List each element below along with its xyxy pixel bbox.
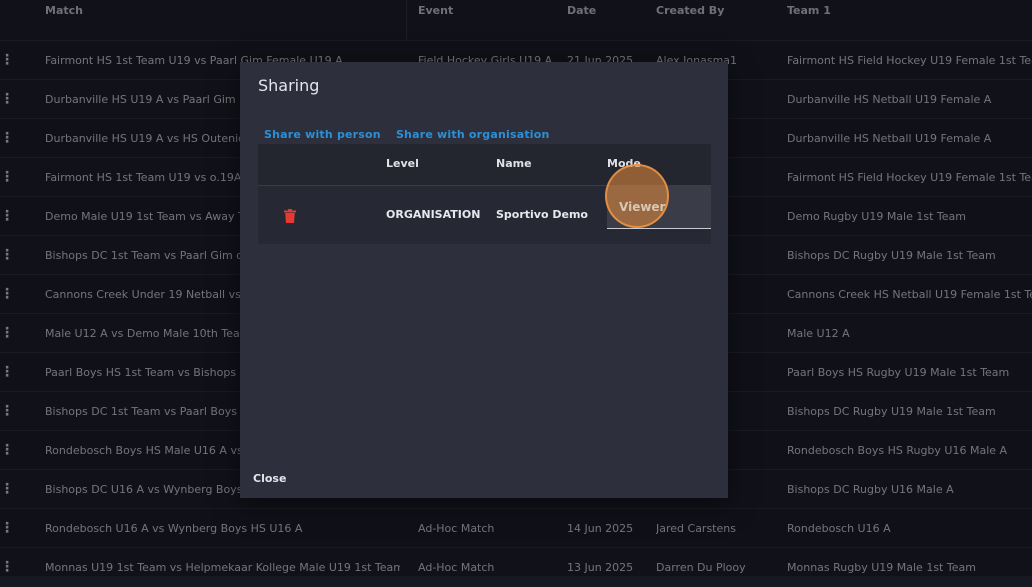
share-name: Sportivo Demo bbox=[496, 208, 588, 221]
share-table: Level Name Mode ORGANISATION Sportivo De… bbox=[258, 144, 711, 244]
trash-icon[interactable] bbox=[284, 208, 296, 223]
share-tabs: Share with person Share with organisatio… bbox=[264, 123, 560, 142]
tab-share-with-organisation[interactable]: Share with organisation bbox=[396, 128, 550, 141]
share-row: ORGANISATION Sportivo Demo Viewer bbox=[258, 164, 711, 244]
dialog-title: Sharing bbox=[258, 76, 320, 95]
mode-select[interactable]: Viewer bbox=[605, 164, 711, 229]
mode-value: Viewer bbox=[619, 200, 666, 214]
tab-share-with-person[interactable]: Share with person bbox=[264, 128, 381, 141]
level-column-header: Level bbox=[386, 157, 419, 170]
close-button[interactable]: Close bbox=[253, 472, 286, 485]
click-ripple bbox=[605, 164, 669, 228]
sharing-dialog: Sharing Share with person Share with org… bbox=[240, 62, 728, 498]
share-level: ORGANISATION bbox=[386, 208, 481, 221]
name-column-header: Name bbox=[496, 157, 532, 170]
